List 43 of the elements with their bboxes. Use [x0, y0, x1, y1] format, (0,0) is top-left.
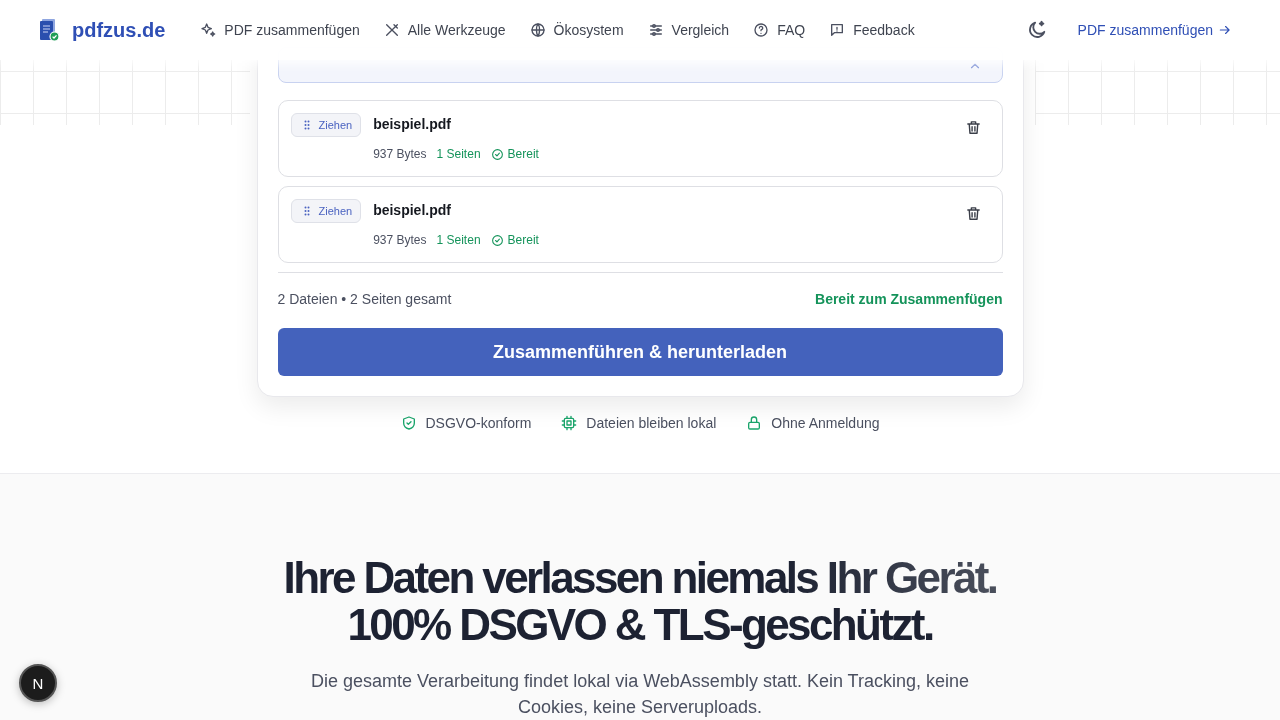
- trust-label: DSGVO-konform: [425, 415, 532, 431]
- page-count: 1 Seiten: [436, 233, 481, 247]
- privacy-heading: 100% DSGVO & TLS-geschützt.: [347, 601, 933, 648]
- trust-label: Dateien bleiben lokal: [586, 415, 717, 431]
- delete-button[interactable]: [964, 205, 982, 222]
- privacy-text: Die gesamte Verarbeitung findet lokal via WebAssembly statt. Kein Tracking, keine Cookies, keine Serveruploads.: [310, 670, 970, 719]
- message-icon: [829, 22, 846, 38]
- file-size: 937 Bytes: [373, 233, 427, 247]
- nav-link[interactable]: Vergleich: [647, 22, 730, 38]
- arrow-right-icon: [1218, 23, 1232, 37]
- check-circle-icon: [490, 147, 504, 161]
- help-icon: [753, 22, 770, 38]
- nav-link[interactable]: PDF zusammenfügen: [200, 22, 360, 38]
- file-name: beispiel.pdf: [373, 202, 452, 218]
- document-check-icon: [37, 18, 61, 42]
- file-status: Bereit: [507, 233, 539, 247]
- nav-link[interactable]: Feedback: [829, 22, 915, 38]
- file-status: Bereit: [507, 147, 539, 161]
- trust-label: Ohne Anmeldung: [771, 415, 880, 431]
- ready-status: Bereit zum Zusammenfügen: [815, 291, 1003, 307]
- file-name: beispiel.pdf: [373, 116, 452, 132]
- check-circle-icon: [490, 233, 504, 247]
- page-count: 1 Seiten: [436, 147, 481, 161]
- globe-icon: [529, 22, 546, 38]
- file-summary: 2 Dateien • 2 Seiten gesamt: [277, 291, 452, 307]
- sparkles-icon: [200, 22, 217, 38]
- file-size: 937 Bytes: [373, 147, 427, 161]
- merge-button[interactable]: Zusammenführen & herunterladen: [277, 328, 1003, 376]
- delete-button[interactable]: [964, 119, 982, 136]
- nav-link[interactable]: Alle Werkzeuge: [383, 22, 506, 38]
- drag-handle[interactable]: Ziehen: [290, 113, 362, 137]
- trash-icon: [964, 119, 982, 136]
- sliders-icon: [647, 22, 664, 38]
- shield-check-icon: [400, 415, 417, 431]
- chip-icon: [561, 415, 578, 431]
- lock-icon: [746, 415, 763, 431]
- nav-link[interactable]: FAQ: [753, 22, 806, 38]
- nav-link[interactable]: Ökosystem: [529, 22, 624, 38]
- cta-link[interactable]: PDF zusammenfügen: [1077, 22, 1232, 38]
- crossed-tools-icon: [383, 22, 400, 38]
- drag-handle[interactable]: Ziehen: [290, 199, 362, 223]
- site-logo[interactable]: pdfzus.de: [72, 18, 166, 42]
- trash-icon: [964, 205, 982, 222]
